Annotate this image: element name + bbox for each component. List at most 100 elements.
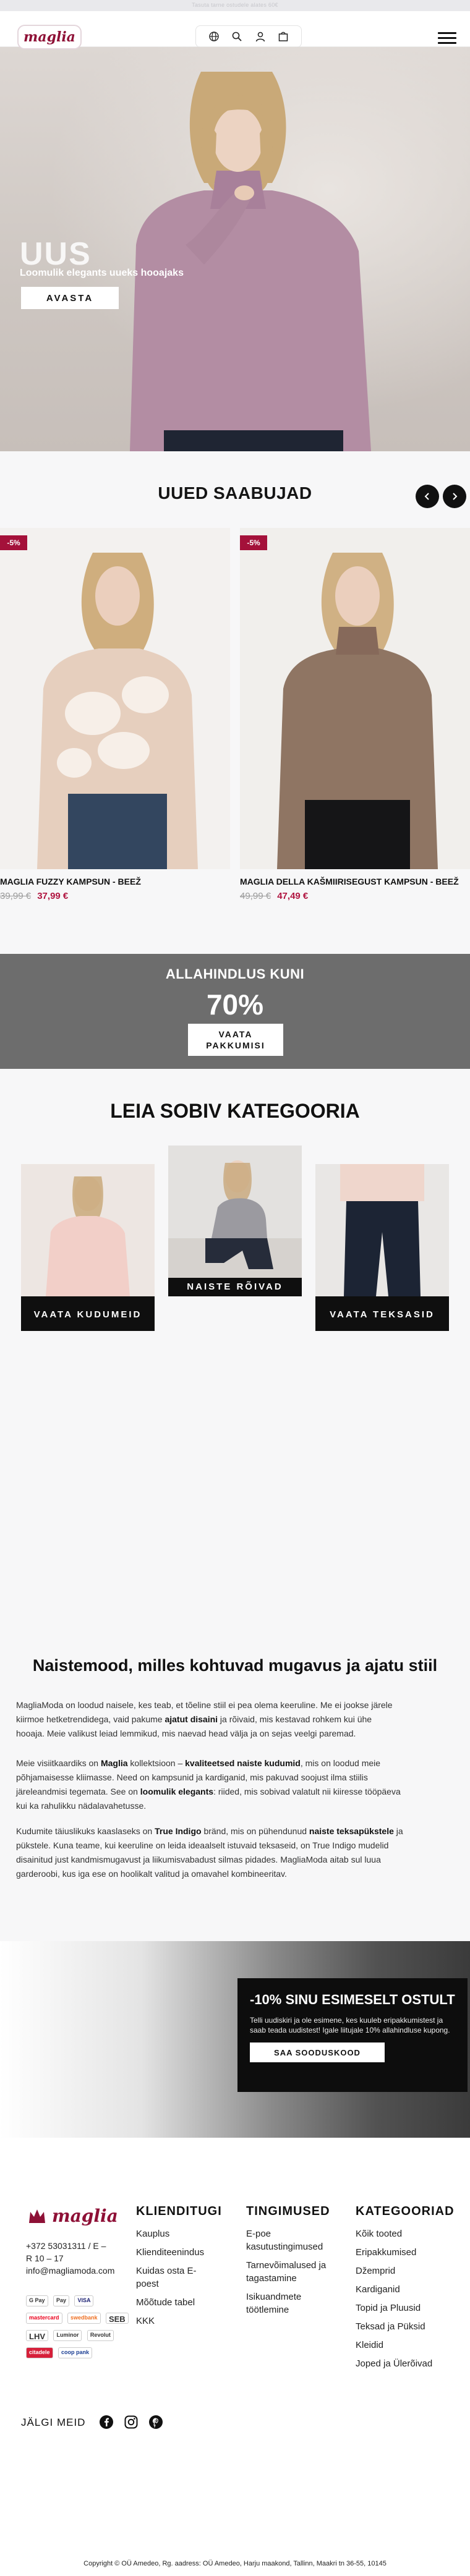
category-card-women[interactable]: NAISTE RÕIVAD [168,1146,302,1296]
footer-link[interactable]: Kõik tooted [356,2227,455,2240]
footer-contact: +372 53031311 / E – R 10 – 17 info@magli… [26,2240,114,2277]
footer-link[interactable]: Eripakkumised [356,2246,455,2259]
announcement-bar: Tasuta tarne ostudele alates 60€ [0,0,470,11]
site-logo[interactable]: maglia [17,25,82,49]
footer-link[interactable]: Džemprid [356,2264,455,2277]
category-image[interactable] [168,1146,302,1278]
get-discount-code-button[interactable]: SAA SOODUSKOOD [250,2043,385,2062]
lhv-logo: LHV [26,2330,48,2341]
about-section: Naistemood, milles kohtuvad mugavus ja a… [0,1625,470,1922]
product-card[interactable]: -5% MAGLIA DELLA KAŠMIIRISEGUST KAMPSUN … [240,528,470,901]
footer-column-categories: KATEGOORIAD Kõik tooted Eripakkumised Dž… [356,2204,455,2370]
visa-logo: VISA [74,2295,94,2306]
swedbank-logo: swedbank [67,2313,101,2324]
applepay-logo: Pay [53,2295,69,2306]
footer-email[interactable]: info@magliamoda.com [26,2264,114,2277]
footer-link[interactable]: Mõõtude tabel [136,2296,222,2309]
view-jeans-button[interactable]: VAATA TEKSASID [315,1296,449,1331]
product-image[interactable]: -5% [0,528,230,869]
new-arrivals-title: UUED SAABUJAD [158,483,312,503]
footer-link[interactable]: Klienditeenindus [136,2246,222,2259]
site-footer: maglia +372 53031311 / E – R 10 – 17 inf… [0,2138,470,2576]
footer-link[interactable]: Isikuandmete töötlemine [246,2290,339,2316]
footer-hours: R 10 – 17 [26,2253,64,2263]
footer-link[interactable]: Teksad ja Püksid [356,2320,455,2333]
about-paragraph-3: Kudumite täiuslikuks kaaslaseks on True … [16,1826,403,1879]
chevron-left-icon [424,493,429,500]
footer-column-terms: TINGIMUSED E-poe kasutustingimused Tarne… [246,2204,339,2322]
header-icon-group [195,25,302,48]
product-image[interactable]: -5% [240,528,470,869]
footer-link[interactable]: Tarnevõimalused ja tagastamine [246,2259,339,2285]
about-paragraph-2: Meie visiitkaardiks on Maglia kollektsio… [16,1758,401,1811]
payment-logos: G Pay Pay VISA mastercard swedbank SEB L… [26,2295,131,2365]
sale-banner-percent: 70% [206,988,264,1021]
footer-logo[interactable]: maglia [27,2206,118,2226]
discount-badge: -5% [240,535,267,550]
cooppank-logo: coop pank [58,2347,92,2358]
menu-hamburger-icon[interactable] [438,32,456,46]
sale-banner-heading: ALLAHINDLUS KUNI [165,966,305,982]
newsletter-card: -10% SINU ESIMESELT OSTULT Telli uudiski… [237,1978,468,2092]
category-card-jeans[interactable]: VAATA TEKSASID [315,1164,449,1331]
sale-price: 47,49 € [277,891,309,901]
sale-price: 37,99 € [37,891,69,901]
categories-title: LEIA SOBIV KATEGOORIA [110,1100,360,1122]
footer-link[interactable]: Kauplus [136,2227,222,2240]
footer-phone[interactable]: +372 53031311 / E – [26,2240,114,2252]
product-price: 49,99 € 47,49 € [240,891,470,901]
women-clothing-button[interactable]: NAISTE RÕIVAD [168,1278,302,1296]
facebook-icon[interactable] [99,2415,114,2429]
copyright-text: Copyright © OÜ Amedeo, Rg. aadress: OÜ A… [83,2560,387,2567]
hero-banner: UUS Loomulik elegants uueks hooajaks AVA… [0,47,470,451]
category-image[interactable] [21,1164,155,1296]
old-price: 39,99 € [0,891,32,901]
footer-link[interactable]: Kuidas osta E-poest [136,2264,210,2290]
footer-link[interactable]: KKK [136,2315,222,2327]
product-price: 39,99 € 37,99 € [0,891,230,901]
luminor-logo: Luminor [53,2330,82,2341]
category-image[interactable] [315,1164,449,1296]
carousel-prev-button[interactable] [416,485,439,508]
instagram-icon[interactable] [124,2415,139,2429]
category-card-knits[interactable]: VAATA KUDUMEID [21,1164,155,1331]
sale-banner: ALLAHINDLUS KUNI 70% VAATA PAKKUMISI [0,954,470,1069]
newsletter-description: Telli uudiskiri ja ole esimene, kes kuul… [250,2016,450,2034]
page: Tasuta tarne ostudele alates 60€ maglia [0,0,470,2576]
newsletter-promo: -10% SINU ESIMESELT OSTULT Telli uudiski… [0,1941,470,2138]
hero-title: UUS [20,236,92,272]
footer-column-support: KLIENDITUGI Kauplus Klienditeenindus Kui… [136,2204,222,2327]
gpay-logo: G Pay [26,2295,48,2306]
revolut-logo: Revolut [87,2330,114,2341]
categories-section: LEIA SOBIV KATEGOORIA VAATA KUDUMEID NAI… [0,1069,470,1625]
about-paragraph-1: MagliaModa on loodud naisele, kes teab, … [16,1700,393,1738]
globe-icon[interactable] [207,30,221,43]
pinterest-icon[interactable] [148,2415,163,2429]
product-card[interactable]: -5% MAGLIA FUZZY KAMPSUN - BEEŽ 39,99 € … [0,528,230,901]
account-icon[interactable] [254,30,267,43]
hero-subtitle: Loomulik elegants uueks hooajaks [20,268,184,278]
bag-icon[interactable] [276,30,290,43]
about-title: Naistemood, milles kohtuvad mugavus ja a… [32,1656,438,1675]
view-knits-button[interactable]: VAATA KUDUMEID [21,1296,155,1331]
footer-link[interactable]: Joped ja Ülerõivad [356,2357,455,2370]
crown-icon [29,2209,45,2223]
view-offers-button[interactable]: VAATA PAKKUMISI [188,1024,283,1056]
discount-badge: -5% [0,535,27,550]
seb-logo: SEB [105,2313,129,2324]
footer-link[interactable]: Kardiganid [356,2283,455,2296]
carousel-next-button[interactable] [443,485,466,508]
hero-cta-button[interactable]: AVASTA [21,287,119,309]
footer-link[interactable]: E-poe kasutustingimused [246,2227,339,2253]
mastercard-logo: mastercard [26,2313,62,2324]
old-price: 49,99 € [240,891,271,901]
footer-link[interactable]: Topid ja Pluusid [356,2302,455,2315]
chevron-right-icon [453,493,458,500]
product-name[interactable]: MAGLIA DELLA KAŠMIIRISEGUST KAMPSUN - BE… [240,877,470,886]
announcement-text: Tasuta tarne ostudele alates 60€ [192,2,278,8]
new-arrivals-section: UUED SAABUJAD -5% MAGLIA FUZZY KAMPSUN -… [0,451,470,954]
newsletter-title: -10% SINU ESIMESELT OSTULT [250,1992,455,2007]
footer-link[interactable]: Kleidid [356,2339,455,2352]
search-icon[interactable] [230,30,244,43]
product-name[interactable]: MAGLIA FUZZY KAMPSUN - BEEŽ [0,877,230,886]
